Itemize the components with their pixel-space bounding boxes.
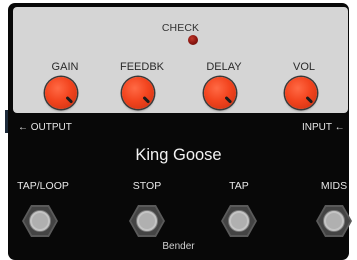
input-jack-label: INPUT ←	[302, 122, 345, 133]
knob-label-feedbk: FEEDBK	[119, 61, 164, 73]
footswitch-label-tap: TAP	[229, 180, 249, 192]
gain-knob[interactable]	[45, 77, 77, 109]
vol-knob[interactable]	[285, 77, 317, 109]
tap-footswitch[interactable]	[220, 204, 258, 238]
footswitch-label-stop: STOP	[132, 180, 162, 192]
knob-label-gain: GAIN	[51, 61, 79, 73]
output-jack-marker	[5, 110, 8, 133]
pedal-name: King Goose	[135, 146, 222, 164]
pedal-canvas: CHECK GAIN FEEDBK DELAY VOL ← OUTPUT INP…	[0, 0, 357, 260]
knob-label-delay: DELAY	[206, 61, 242, 73]
stop-footswitch[interactable]	[128, 204, 166, 238]
check-label: CHECK	[161, 22, 200, 34]
delay-knob[interactable]	[204, 77, 236, 109]
mids-footswitch[interactable]	[315, 204, 353, 238]
feedbk-knob[interactable]	[122, 77, 154, 109]
check-led-icon	[188, 35, 198, 45]
tap-loop-footswitch[interactable]	[21, 204, 59, 238]
output-jack-label: ← OUTPUT	[18, 122, 72, 133]
brand-label: Bender	[162, 241, 195, 252]
footswitch-label-tap-loop: TAP/LOOP	[17, 180, 69, 192]
footswitch-label-mids: MIDS	[320, 180, 348, 192]
knob-label-vol: VOL	[292, 61, 315, 73]
